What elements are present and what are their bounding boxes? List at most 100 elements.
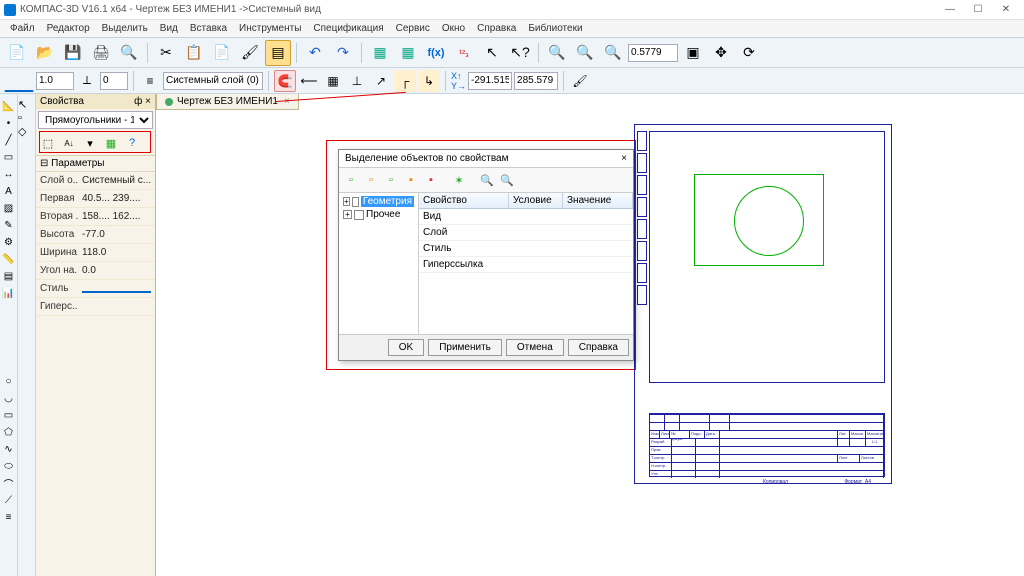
prop-apply-icon[interactable]: ▦: [101, 133, 121, 153]
style-button[interactable]: [4, 70, 34, 92]
menu-edit[interactable]: Редактор: [41, 21, 96, 36]
point-icon[interactable]: •: [1, 115, 17, 131]
new-button[interactable]: 📄: [4, 40, 30, 66]
geometry-icon[interactable]: 📐: [1, 98, 17, 114]
edit-icon[interactable]: ✎: [1, 217, 17, 233]
report-icon[interactable]: 📊: [1, 285, 17, 301]
col-value[interactable]: Значение: [563, 193, 633, 208]
drawing-canvas[interactable]: Чертеж БЕЗ ИМЕНИ1 × ИзмЛист№ докум.Подп.…: [156, 94, 1024, 576]
dlg-btn-new-icon[interactable]: ▫: [342, 171, 360, 189]
cursor-button[interactable]: ↖: [479, 40, 505, 66]
brush2-button[interactable]: 🖌: [569, 70, 591, 92]
dialog-ok-button[interactable]: OK: [388, 339, 424, 356]
round-button[interactable]: ┌: [394, 70, 416, 92]
prop-row-height[interactable]: Высота ...-77.0: [36, 226, 155, 244]
tool-b-icon[interactable]: ▫: [18, 112, 35, 124]
param-icon[interactable]: ⚙: [1, 234, 17, 250]
pan-button[interactable]: ✥: [708, 40, 734, 66]
ortho-button[interactable]: ⊥: [346, 70, 368, 92]
doc-tab-close-icon[interactable]: ×: [284, 96, 290, 107]
step-input[interactable]: [100, 72, 128, 90]
maximize-button[interactable]: ☐: [964, 1, 992, 19]
prop-row-width[interactable]: Ширина...118.0: [36, 244, 155, 262]
dim-button[interactable]: ⟵: [298, 70, 320, 92]
layer-combo[interactable]: [163, 72, 263, 90]
snap-button[interactable]: 🧲: [274, 70, 296, 92]
zoom-value-input[interactable]: [628, 44, 678, 62]
grid-row-view[interactable]: Вид: [419, 209, 633, 225]
dlg-btn-add-icon[interactable]: ▫: [362, 171, 380, 189]
parameters-section-header[interactable]: ⊟ Параметры: [36, 156, 155, 172]
rect-tool-icon[interactable]: ▭: [1, 407, 17, 423]
coord-y-input[interactable]: [514, 72, 558, 90]
undo-button[interactable]: ↶: [302, 40, 328, 66]
spline-tool-icon[interactable]: ∿: [1, 441, 17, 457]
tool-c-icon[interactable]: ◇: [18, 125, 35, 138]
minimize-button[interactable]: —: [936, 1, 964, 19]
menu-view[interactable]: Вид: [154, 21, 184, 36]
variables-button[interactable]: ▦: [395, 40, 421, 66]
object-selector-combo[interactable]: Прямоугольники - 1: [38, 111, 153, 129]
measure-icon[interactable]: 📏: [1, 251, 17, 267]
manager-button[interactable]: ▦: [367, 40, 393, 66]
dlg-btn-clear-icon[interactable]: ▪: [422, 171, 440, 189]
dialog-close-icon[interactable]: ×: [621, 153, 627, 164]
prop-sort-az-icon[interactable]: A↓: [59, 133, 79, 153]
menu-libraries[interactable]: Библиотеки: [522, 21, 588, 36]
prop-filter-icon[interactable]: ▾: [80, 133, 100, 153]
copy-button[interactable]: 📋: [181, 40, 207, 66]
menu-help[interactable]: Справка: [471, 21, 522, 36]
text-icon[interactable]: A: [1, 183, 17, 199]
properties-button[interactable]: ▤: [265, 40, 291, 66]
menu-service[interactable]: Сервис: [390, 21, 436, 36]
print-button[interactable]: 🖨: [88, 40, 114, 66]
menu-file[interactable]: Файл: [4, 21, 41, 36]
tree-item-geometry[interactable]: +Геометрия: [341, 195, 416, 208]
line-icon[interactable]: ╱: [1, 132, 17, 148]
dlg-zoom-in-icon[interactable]: 🔍: [478, 171, 496, 189]
arc-tool-icon[interactable]: ◡: [1, 390, 17, 406]
grid-row-hyperlink[interactable]: Гиперссылка: [419, 257, 633, 273]
zoom-window-button[interactable]: ▣: [680, 40, 706, 66]
redo-button[interactable]: ↷: [330, 40, 356, 66]
spec-icon[interactable]: ▤: [1, 268, 17, 284]
coord-x-input[interactable]: [468, 72, 512, 90]
tree-item-other[interactable]: +Прочее: [341, 208, 416, 221]
dialog-help-button[interactable]: Справка: [568, 339, 629, 356]
brush-button[interactable]: 🖌: [237, 40, 263, 66]
panel-close-icon[interactable]: ×: [145, 96, 151, 107]
zoom-fit-button[interactable]: 🔍: [600, 40, 626, 66]
refresh-button[interactable]: ⟳: [736, 40, 762, 66]
dialog-apply-button[interactable]: Применить: [428, 339, 502, 356]
ucs-button[interactable]: ↳: [418, 70, 440, 92]
prop-row-layer[interactable]: Слой о...Системный с...: [36, 172, 155, 190]
menu-tools[interactable]: Инструменты: [233, 21, 307, 36]
open-button[interactable]: 📂: [32, 40, 58, 66]
dlg-zoom-out-icon[interactable]: 🔍: [498, 171, 516, 189]
circle-tool-icon[interactable]: ○: [1, 373, 17, 389]
offset-tool-icon[interactable]: ≡: [1, 509, 17, 525]
ellipse-tool-icon[interactable]: ⬭: [1, 458, 17, 474]
dlg-btn-sub-icon[interactable]: ▫: [382, 171, 400, 189]
save-button[interactable]: 💾: [60, 40, 86, 66]
col-property[interactable]: Свойство: [419, 193, 509, 208]
vars-button[interactable]: ¹²₃: [451, 40, 477, 66]
grid-button[interactable]: ▦: [322, 70, 344, 92]
zoom-out-button[interactable]: 🔍: [572, 40, 598, 66]
preview-button[interactable]: 🔍: [116, 40, 142, 66]
layer-icon[interactable]: ≡: [139, 70, 161, 92]
dlg-btn-invert-icon[interactable]: ▪: [402, 171, 420, 189]
poly-tool-icon[interactable]: ⬠: [1, 424, 17, 440]
menu-insert[interactable]: Вставка: [184, 21, 233, 36]
hatch-icon[interactable]: ▨: [1, 200, 17, 216]
dialog-grid[interactable]: Свойство Условие Значение Вид Слой Стиль…: [419, 193, 633, 334]
close-button[interactable]: ✕: [992, 1, 1020, 19]
prop-row-angle[interactable]: Угол на...0.0: [36, 262, 155, 280]
col-condition[interactable]: Условие: [509, 193, 563, 208]
pin-icon[interactable]: ф: [134, 96, 142, 107]
prop-row-first[interactable]: Первая ...40.5... 239....: [36, 190, 155, 208]
dialog-tree[interactable]: +Геометрия +Прочее: [339, 193, 419, 334]
selection-icon[interactable]: ▭: [1, 149, 17, 165]
fx-button[interactable]: f(x): [423, 40, 449, 66]
chamfer-tool-icon[interactable]: ⟋: [1, 492, 17, 508]
